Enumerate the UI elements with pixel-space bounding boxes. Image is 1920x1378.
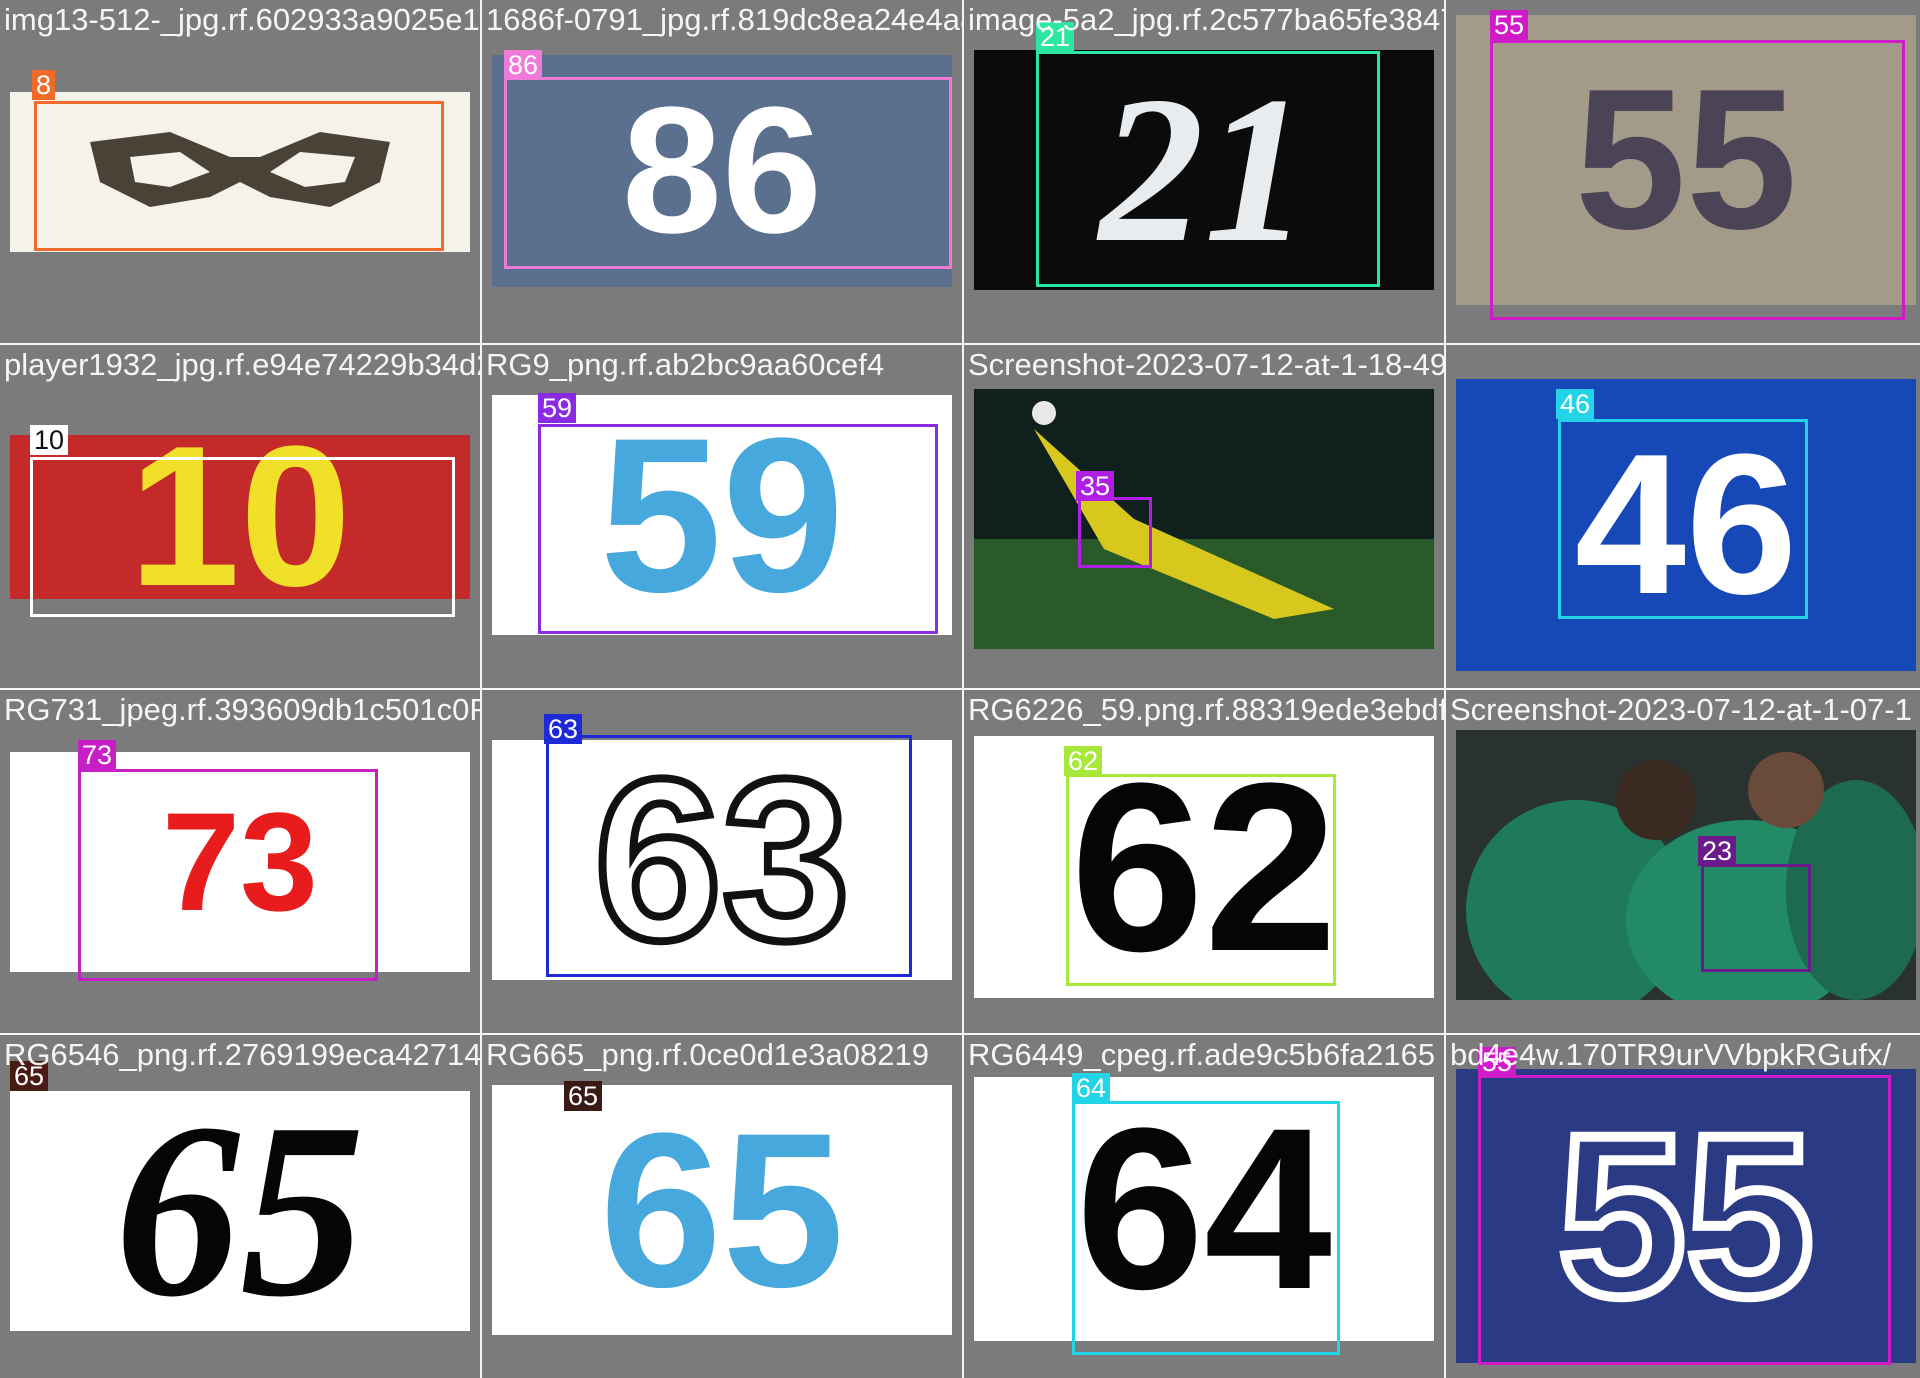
bounding-box [78,769,378,981]
class-label-badge: 23 [1698,836,1737,866]
image-tile[interactable]: RG731_jpeg.rf.393609db1c501c0RG6329a7dd2… [0,690,480,1033]
bounding-box [1066,774,1336,986]
image-tile[interactable]: img13-512-_jpg.rf.602933a9025e1fadef1e 8 [0,0,480,343]
image-tile[interactable]: RG6226_59.png.rf.88319ede3ebdf4b 62 62 [964,690,1444,1033]
sample-image: 65 [492,1085,952,1335]
bounding-box [1701,864,1811,972]
bounding-box [1036,51,1380,287]
class-label-badge: 46 [1556,389,1595,419]
class-label-badge: 62 [1064,746,1103,776]
sample-image: 65 [10,1091,470,1331]
image-tile[interactable]: RG6546_png.rf.2769199eca42714 65 65 [0,1035,480,1378]
class-label-badge: 35 [1076,471,1115,501]
filename-label: bd4e4w.170TR9urVVbpkRGufx/ [1450,1037,1892,1072]
image-tile[interactable]: RG6449_cpeg.rf.ade9c5b6fa2165 64 64 [964,1035,1444,1378]
class-label-badge: 65 [564,1081,603,1111]
bounding-box [1490,40,1905,320]
filename-label: player1932_jpg.rf.e94e74229b34d2GT5045 1… [4,347,480,382]
image-tile[interactable]: 46 46 [1446,345,1920,688]
image-tile[interactable]: bd4e4w.170TR9urVVbpkRGufx/55 55 [1446,1035,1920,1378]
bounding-box [1072,1101,1340,1355]
filename-label: image-5a2_jpg.rf.2c577ba65fe3847f4c4220f… [968,2,1444,37]
bounding-box [34,101,444,251]
class-label-badge: 8 [32,70,56,100]
image-tile[interactable]: 1686f-0791_jpg.rf.819dc8ea24e4a80c84cd05… [482,0,962,343]
image-tile[interactable]: 63 63 [482,690,962,1033]
bounding-box [30,457,455,617]
players-photo-icon [1456,730,1916,1000]
bounding-box [1078,497,1152,568]
image-tile[interactable]: RG9_png.rf.ab2bc9aa60cef4 59 59 [482,345,962,688]
class-label-badge: 10 [30,425,69,455]
sample-image [1456,730,1916,1000]
sample-image [974,389,1434,649]
image-tile[interactable]: player1932_jpg.rf.e94e74229b34d2GT5045 1… [0,345,480,688]
class-label-badge: 63 [544,714,583,744]
image-tile[interactable]: image-5a2_jpg.rf.2c577ba65fe3847f4c4220f… [964,0,1444,343]
bounding-box [538,424,938,634]
filename-label: 1686f-0791_jpg.rf.819dc8ea24e4a80c84cd05… [486,2,962,37]
image-tile[interactable]: RG665_png.rf.0ce0d1e3a08219 65 65 [482,1035,962,1378]
class-label-badge: 55 [1490,10,1529,40]
bounding-box [504,77,952,269]
filename-label: img13-512-_jpg.rf.602933a9025e1fadef1e [4,2,480,37]
stadium-photo-icon [974,389,1434,649]
bounding-box [1478,1075,1891,1365]
filename-label: RG6449_cpeg.rf.ade9c5b6fa2165 [968,1037,1436,1072]
image-tile[interactable]: Screenshot-2023-07-12-at-1-18-49-PM_png.… [964,345,1444,688]
class-label-badge: 59 [538,393,577,423]
class-label-badge: 86 [504,50,543,80]
image-digits: 65 [599,1087,845,1333]
image-tile[interactable]: 55 55 [1446,0,1920,343]
filename-label: Screenshot-2023-07-12-at-1-07-1 [1450,692,1912,727]
bounding-box [546,735,912,977]
filename-label: RG731_jpeg.rf.393609db1c501c0RG6329a7dd2… [4,692,480,727]
bounding-box [1558,419,1808,619]
filename-label: Screenshot-2023-07-12-at-1-18-49-PM_png.… [968,347,1444,382]
filename-label: RG665_png.rf.0ce0d1e3a08219 [486,1037,929,1072]
filename-label: RG6546_png.rf.2769199eca42714 [4,1037,480,1072]
filename-label: RG6226_59.png.rf.88319ede3ebdf4b [968,692,1444,727]
image-tile[interactable]: Screenshot-2023-07-12-at-1-07-1 23 [1446,690,1920,1033]
class-label-badge: 64 [1072,1073,1111,1103]
image-grid: img13-512-_jpg.rf.602933a9025e1fadef1e 8 1… [0,0,1920,1378]
image-digits: 65 [115,1091,365,1331]
filename-label: RG9_png.rf.ab2bc9aa60cef4 [486,347,885,382]
class-label-badge: 73 [78,740,117,770]
